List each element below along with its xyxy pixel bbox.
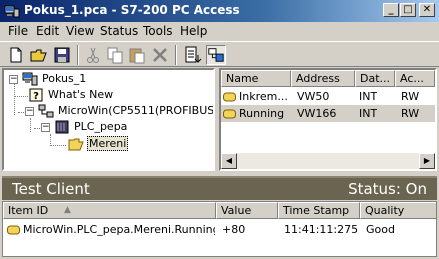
network-icon — [38, 104, 54, 118]
svg-text:?: ? — [33, 91, 39, 102]
minimize-icon: _ — [388, 4, 394, 15]
maximize-button[interactable]: □ — [400, 3, 416, 17]
client-item-id-cell: MicroWin.PLC_pepa.Mereni.Running — [7, 222, 215, 238]
collapse-icon[interactable]: − — [41, 123, 50, 132]
column-header-data-type[interactable]: Dat... — [355, 70, 395, 87]
tree-node-label: PLC_pepa — [74, 120, 128, 133]
scroll-right-icon[interactable]: ▶ — [419, 153, 435, 169]
copy-icon[interactable] — [105, 45, 125, 65]
tree-connector — [50, 145, 66, 146]
tree-node-plc[interactable]: PLC_pepa — [54, 119, 128, 135]
delete-icon[interactable] — [150, 45, 170, 65]
tree-node-label: What's New — [48, 88, 114, 101]
column-header-address[interactable]: Address — [291, 70, 355, 87]
test-client-status: Status: On — [348, 180, 427, 198]
tree-node-label: Pokus_1 — [42, 72, 87, 85]
maximize-icon: □ — [403, 4, 413, 15]
client-value: +80 — [222, 223, 246, 236]
scroll-left-icon[interactable]: ◀ — [221, 153, 237, 169]
help-icon: ? — [29, 88, 43, 102]
horizontal-scrollbar[interactable]: ◀ ▶ — [221, 153, 435, 169]
item-address: VW50 — [297, 90, 330, 103]
item-data-type: INT — [359, 90, 378, 103]
item-name: Running — [239, 107, 285, 120]
toolbar-separator — [77, 45, 79, 65]
test-client-icon[interactable] — [206, 45, 226, 65]
paste-icon[interactable] — [127, 45, 147, 65]
menu-tools[interactable]: Tools — [143, 24, 173, 38]
close-button[interactable]: ✕ — [419, 3, 435, 17]
add-item-icon[interactable] — [182, 45, 202, 65]
item-name: Inkrem... — [239, 90, 288, 103]
column-header-label: Item ID — [8, 204, 49, 217]
close-icon: ✕ — [422, 4, 432, 15]
client-item-id: MicroWin.PLC_pepa.Mereni.Running — [23, 223, 215, 236]
menu-status[interactable]: Status — [100, 24, 138, 38]
tree-node-project[interactable]: Pokus_1 — [22, 71, 87, 87]
tag-icon — [223, 109, 236, 119]
window-title: Pokus_1.pca - S7-200 PC Access — [24, 3, 240, 17]
tree-node-plc-link[interactable]: MicroWin(CP5511(PROFIBUS)) — [38, 103, 215, 119]
tree-node-whats-new[interactable]: ? What's New — [28, 87, 114, 103]
cut-icon[interactable] — [83, 45, 103, 65]
sort-ascending-icon: ▲ — [64, 205, 71, 215]
minimize-button[interactable]: _ — [383, 3, 399, 17]
item-access: RW — [401, 90, 420, 103]
items-list: Name Address Dat... Ac... Inkrem... VW50… — [219, 68, 437, 171]
tree-node-folder[interactable]: Mereni — [68, 136, 129, 152]
test-client-list: Item ID ▲ Value Time Stamp Quality Micro… — [2, 201, 437, 257]
column-header-value[interactable]: Value — [216, 202, 278, 219]
item-access: RW — [401, 107, 420, 120]
test-client-title: Test Client — [12, 180, 90, 198]
folder-open-icon — [68, 138, 84, 151]
open-folder-icon[interactable] — [29, 45, 49, 65]
tag-icon — [223, 92, 236, 102]
item-data-type: INT — [359, 107, 378, 120]
menu-edit[interactable]: Edit — [36, 24, 59, 38]
toolbar — [0, 41, 439, 67]
save-icon[interactable] — [52, 45, 72, 65]
item-name-cell: Inkrem... — [223, 89, 291, 105]
tree-node-label: Mereni — [87, 136, 129, 151]
title-bar: Pokus_1.pca - S7-200 PC Access _ □ ✕ — [0, 0, 439, 22]
column-header-name[interactable]: Name — [221, 70, 291, 87]
client-timestamp: 11:41:11:275 — [284, 223, 359, 236]
item-address: VW166 — [297, 107, 337, 120]
plc-icon — [55, 120, 69, 134]
toolbar-separator — [175, 45, 177, 65]
column-header-quality[interactable]: Quality — [360, 202, 436, 219]
menu-file[interactable]: File — [8, 24, 28, 38]
project-tree: − Pokus_1 ? What's New − MicroWin(CP5511… — [2, 68, 215, 171]
project-icon — [22, 72, 38, 86]
column-header-timestamp[interactable]: Time Stamp — [278, 202, 360, 219]
item-name-cell: Running — [223, 106, 291, 122]
tree-connector — [14, 80, 15, 115]
tree-connector — [30, 118, 31, 132]
tree-node-label: MicroWin(CP5511(PROFIBUS)) — [58, 104, 215, 117]
test-client-header: Test Client Status: On — [2, 176, 437, 200]
client-quality: Good — [366, 223, 395, 236]
menu-bar: File Edit View Status Tools Help — [0, 22, 439, 41]
app-icon — [4, 5, 20, 18]
column-header-item-id[interactable]: Item ID ▲ — [3, 202, 216, 219]
tag-icon — [7, 225, 20, 235]
column-header-access[interactable]: Ac... — [395, 70, 435, 87]
collapse-icon[interactable]: − — [9, 75, 18, 84]
new-file-icon[interactable] — [6, 45, 26, 65]
collapse-icon[interactable]: − — [25, 107, 34, 116]
menu-help[interactable]: Help — [180, 24, 207, 38]
tree-connector — [14, 96, 28, 97]
menu-view[interactable]: View — [66, 24, 94, 38]
